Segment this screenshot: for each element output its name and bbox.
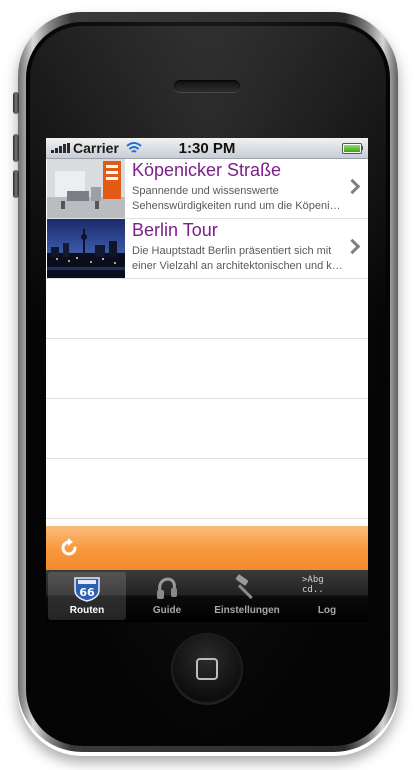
- volume-down-button: [13, 170, 19, 198]
- battery-nub: [361, 146, 363, 150]
- tab-label: Guide: [152, 605, 182, 616]
- tab-guide[interactable]: Guide: [128, 572, 206, 620]
- battery-icon: [342, 143, 362, 154]
- route-66-icon: 66: [74, 577, 100, 602]
- route-description-line: Die Hauptstadt Berlin präsentiert sich m…: [132, 245, 332, 257]
- home-square-icon: [196, 658, 218, 680]
- hammer-icon: [235, 574, 253, 600]
- home-button[interactable]: [172, 634, 242, 704]
- chevron-right-icon: [344, 178, 361, 195]
- route-description: Spannende und wissenswerte Sehenswürdigk…: [132, 184, 344, 214]
- tab-routen[interactable]: 66 Routen: [48, 572, 126, 620]
- status-clock: 1:30 PM: [178, 140, 236, 157]
- chevron-right-icon: [344, 238, 361, 255]
- route-title: Köpenicker Straße: [132, 160, 282, 180]
- tab-label: Routen: [69, 605, 105, 616]
- terminal-log-icon: >Abg cd..: [302, 575, 324, 595]
- tab-label: Einstellungen: [214, 605, 280, 616]
- mute-switch: [13, 92, 19, 114]
- volume-up-button: [13, 134, 19, 162]
- tab-label: Log: [317, 605, 337, 616]
- route-row-berlin-tour[interactable]: Berlin Tour Die Hauptstadt Berlin präsen…: [46, 219, 368, 279]
- refresh-toolbar: [46, 526, 368, 570]
- refresh-icon[interactable]: [58, 537, 80, 559]
- route-description-line: Sehenswürdigkeiten rund um die Köpenicke…: [132, 200, 344, 212]
- status-bar: Carrier 1:30 PM: [46, 138, 368, 159]
- svg-text:66: 66: [79, 586, 95, 599]
- route-thumbnail-exhibition: [47, 159, 125, 218]
- tab-einstellungen[interactable]: Einstellungen: [208, 572, 286, 620]
- tab-bar: 66 Routen Guide Einstellungen >Abg cd.. …: [46, 570, 368, 622]
- route-description-line: einer Vielzahl an architektonischen und …: [132, 260, 344, 272]
- headphones-icon: [157, 577, 177, 599]
- earpiece-speaker: [174, 80, 240, 92]
- route-list: Köpenicker Straße Spannende und wissensw…: [46, 159, 368, 526]
- route-description: Die Hauptstadt Berlin präsentiert sich m…: [132, 244, 344, 274]
- app-screen: Carrier 1:30 PM Köpenicker Straße Spanne…: [46, 138, 368, 622]
- route-row-koepenicker[interactable]: Köpenicker Straße Spannende und wissensw…: [46, 159, 368, 219]
- route-thumbnail-berlin: [47, 219, 125, 278]
- route-title: Berlin Tour: [132, 220, 218, 240]
- route-description-line: Spannende und wissenswerte: [132, 185, 279, 197]
- tab-log[interactable]: >Abg cd.. Log: [288, 572, 366, 620]
